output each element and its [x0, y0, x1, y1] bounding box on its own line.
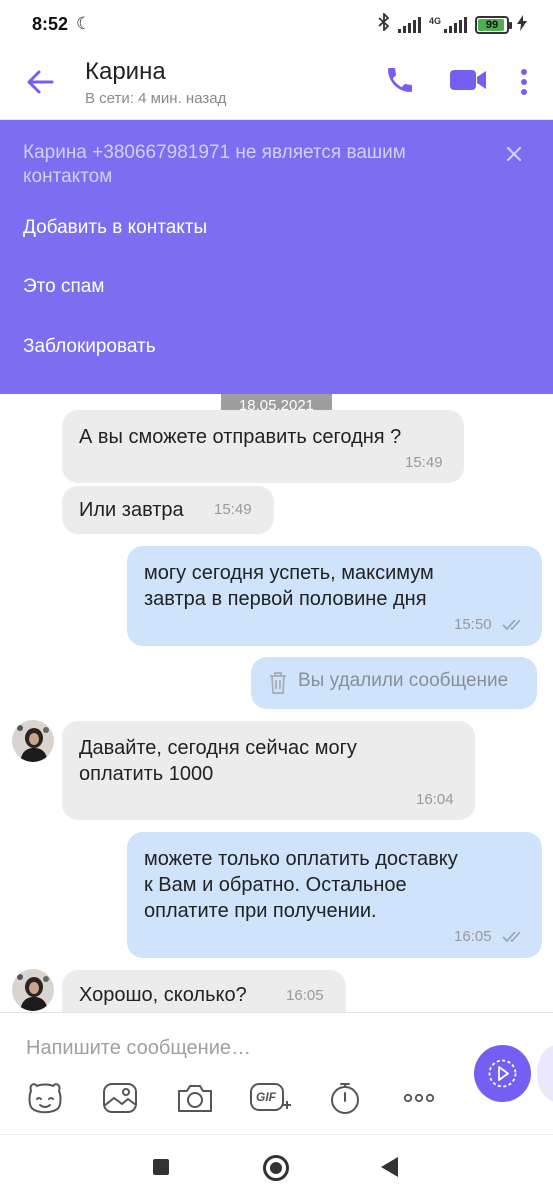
contact-name[interactable]: Карина [85, 58, 166, 86]
secondary-action-button[interactable] [537, 1045, 553, 1102]
double-check-icon [502, 931, 521, 943]
signal-icon [397, 16, 421, 33]
incoming-message[interactable]: Давайте, сегодня сейчас могу оплатить 10… [62, 721, 475, 820]
message-text: А вы сможете отправить сегодня ? [79, 426, 402, 448]
message-text: Хорошо, сколько? [79, 984, 247, 1006]
contact-status: В сети: 4 мин. назад [85, 90, 227, 107]
system-nav-bar [0, 1134, 553, 1200]
avatar-image [12, 720, 54, 762]
avatar[interactable] [12, 720, 54, 762]
battery-icon: 99 [475, 15, 512, 34]
message-line: оплатите при получении. [144, 900, 377, 922]
close-icon [506, 146, 522, 162]
message-time: 16:05 [454, 928, 492, 945]
incoming-message[interactable]: Или завтра 15:49 [62, 486, 274, 534]
send-button[interactable] [474, 1045, 531, 1102]
message-input[interactable] [26, 1033, 426, 1063]
call-button[interactable] [384, 64, 416, 96]
message-time: 15:49 [214, 501, 252, 518]
chat-header: Карина В сети: 4 мин. назад [0, 50, 553, 120]
incoming-message[interactable]: А вы сможете отправить сегодня ? 15:49 [62, 410, 464, 483]
timer-icon [331, 1083, 359, 1114]
double-check-icon [502, 619, 521, 631]
message-text: можете только оплатить доставку к Вам и … [144, 846, 458, 924]
back-arrow-icon [27, 70, 54, 94]
camera-button[interactable] [175, 1079, 215, 1117]
trash-icon [270, 672, 286, 694]
message-time: 16:04 [416, 791, 454, 808]
home-circle-icon[interactable] [263, 1155, 289, 1181]
back-button[interactable] [22, 64, 58, 100]
timer-button[interactable] [325, 1079, 365, 1117]
banner-message: Карина +380667981971 не является вашим к… [23, 142, 406, 187]
battery-level: 99 [485, 18, 499, 31]
recents-square-icon[interactable] [153, 1159, 169, 1175]
message-line: оплатить 1000 [79, 763, 214, 785]
video-call-button[interactable] [448, 64, 490, 96]
sticker-button[interactable] [25, 1079, 65, 1117]
phone-icon [388, 68, 412, 92]
incoming-message[interactable]: Хорошо, сколько? 16:05 [62, 970, 346, 1012]
more-vertical-icon [521, 69, 527, 95]
add-to-contacts-button[interactable]: Добавить в контакты [23, 217, 207, 239]
block-button[interactable]: Заблокировать [23, 336, 156, 358]
message-composer: GIF [0, 1012, 553, 1134]
gallery-button[interactable] [100, 1079, 140, 1117]
message-line: завтра в первой половине дня [144, 588, 427, 610]
avatar[interactable] [12, 969, 54, 1011]
message-text: могу сегодня успеть, максимум завтра в п… [144, 560, 434, 612]
sticker-icon [28, 1083, 62, 1114]
message-text: Или завтра [79, 499, 184, 521]
banner-close-button[interactable] [500, 140, 528, 168]
gif-button[interactable]: GIF [249, 1079, 291, 1117]
message-line: к Вам и обратно. Остальное [144, 874, 407, 896]
status-bar: 8:52 ☾ 4G 99 [0, 0, 553, 50]
camera-icon [178, 1085, 212, 1112]
gallery-icon [103, 1083, 137, 1113]
outgoing-message[interactable]: можете только оплатить доставку к Вам и … [127, 832, 542, 958]
avatar-image [12, 969, 54, 1011]
video-camera-icon [450, 70, 486, 90]
message-line: Давайте, сегодня сейчас могу [79, 737, 357, 759]
outgoing-message[interactable]: могу сегодня успеть, максимум завтра в п… [127, 546, 542, 646]
message-time: 16:05 [286, 987, 324, 1004]
unknown-contact-banner: Карина +380667981971 не является вашим к… [0, 120, 553, 394]
bluetooth-icon [378, 11, 390, 36]
message-time: 15:50 [454, 616, 492, 633]
message-line: можете только оплатить доставку [144, 848, 458, 870]
more-tools-button[interactable] [400, 1079, 440, 1117]
deleted-message-text: Вы удалили сообщение [298, 670, 509, 691]
send-arrow-icon [488, 1059, 517, 1088]
report-spam-button[interactable]: Это спам [23, 276, 104, 298]
charging-icon [517, 14, 527, 35]
signal-4g-icon [444, 16, 467, 33]
deleted-message[interactable]: Вы удалили сообщение [251, 657, 537, 709]
status-indicators: 4G 99 [378, 11, 527, 36]
gif-label: GIF [256, 1090, 276, 1104]
network-type-label: 4G [428, 15, 441, 26]
more-options-button[interactable] [512, 64, 536, 100]
message-time: 15:49 [405, 454, 443, 471]
do-not-disturb-icon: ☾ [76, 14, 92, 33]
back-triangle-icon[interactable] [381, 1157, 398, 1177]
status-time: 8:52 [32, 14, 69, 34]
message-line: могу сегодня успеть, максимум [144, 562, 434, 584]
message-text: Давайте, сегодня сейчас могу оплатить 10… [79, 735, 357, 787]
more-horizontal-icon [403, 1093, 435, 1103]
message-list[interactable]: 18.05.2021 А вы сможете отправить сегодн… [0, 394, 553, 1012]
